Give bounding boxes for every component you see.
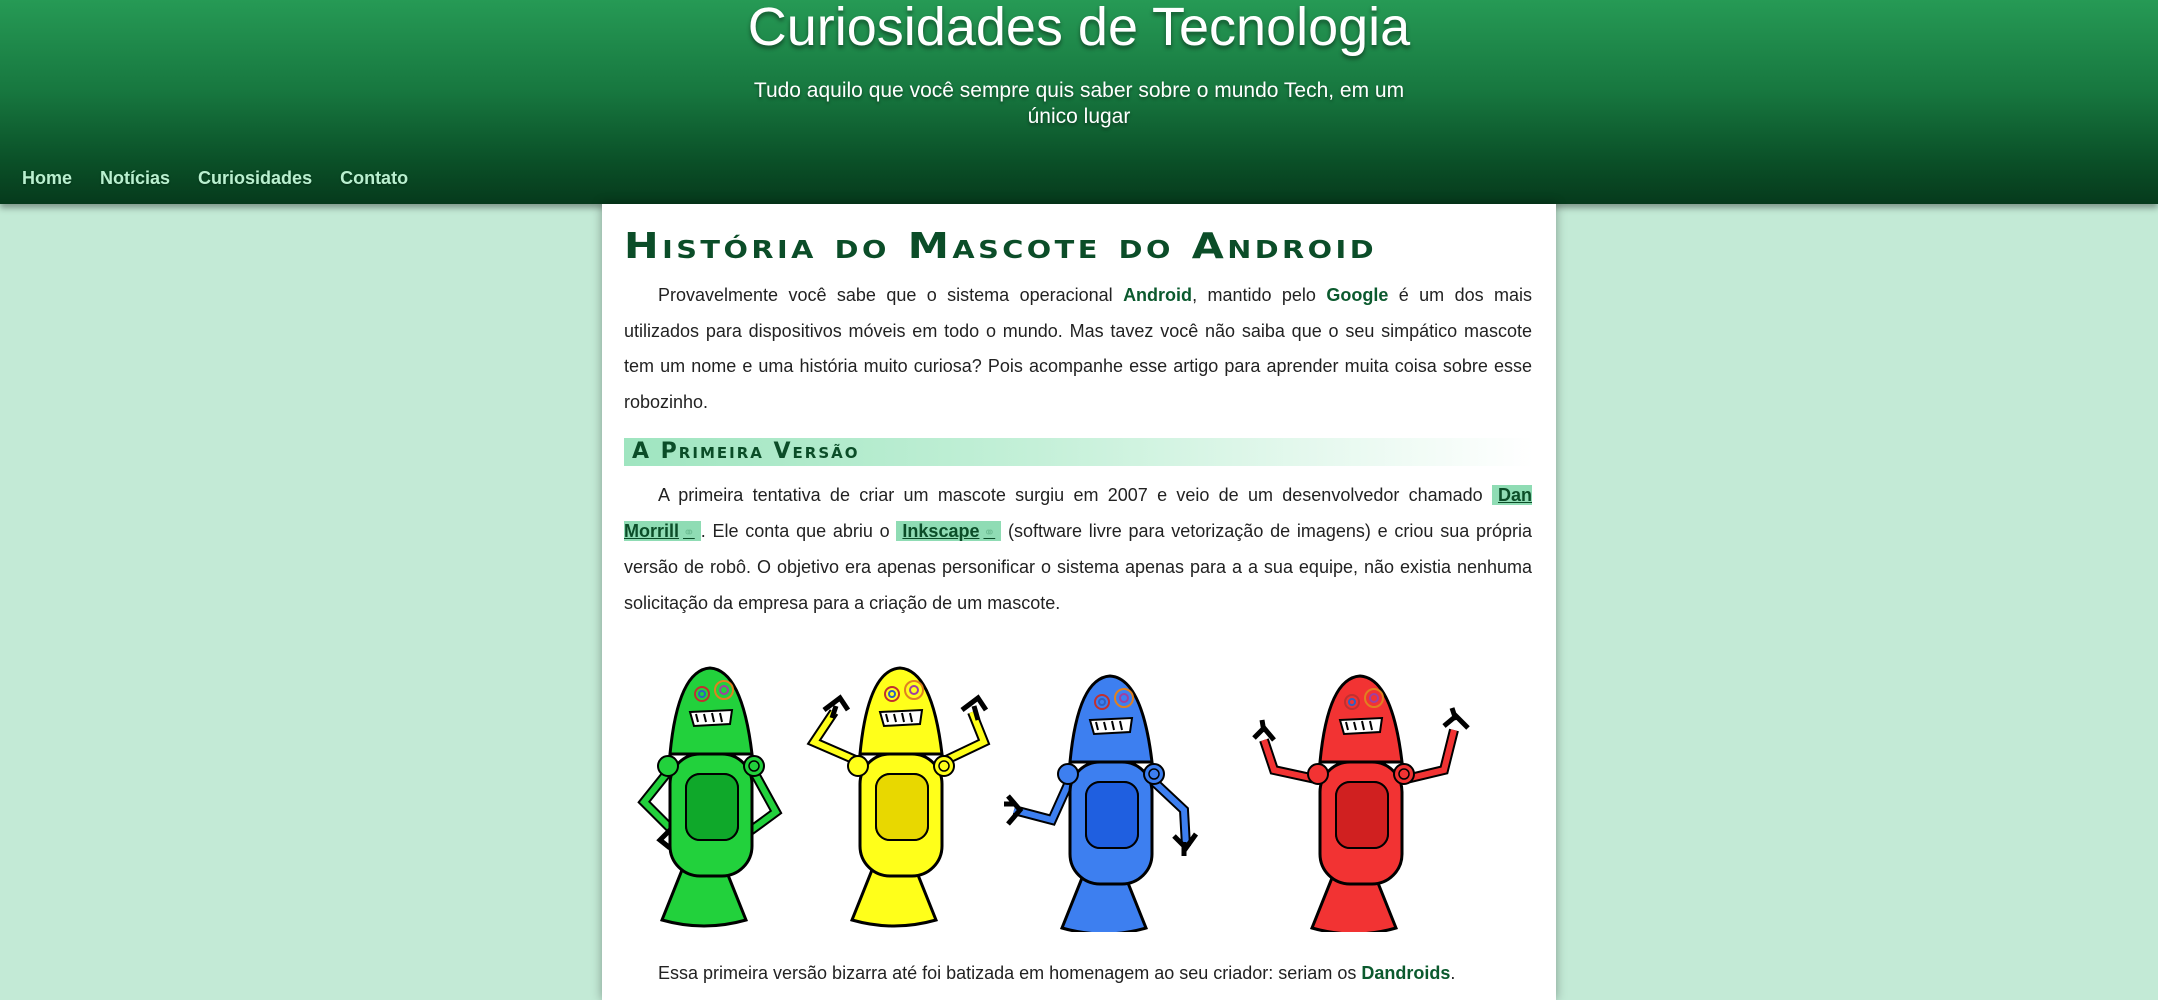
nav-home[interactable]: Home [22,168,72,189]
section-text-2: . Ele conta que abriu o [700,520,897,541]
window-edge [2158,0,2162,1000]
section-paragraph: A primeira tentativa de criar um mascote… [624,478,1532,621]
section-text-1: A primeira tentativa de criar um mascote… [658,485,1492,505]
inkscape-link[interactable]: Inkscape ⚭ [896,520,1002,541]
site-title: Curiosidades de Tecnologia [747,0,1411,57]
site-subtitle: Tudo aquilo que você sempre quis saber s… [753,79,1405,128]
external-link-icon: ⚭ [683,523,695,540]
dandroids-illustration [624,652,1532,936]
nav-noticias[interactable]: Notícias [100,168,170,189]
external-link-icon: ⚭ [983,523,996,540]
closing-text-2: . [1450,963,1456,983]
section-heading: A Primeira Versão [632,439,860,464]
robots-svg [637,666,1470,936]
intro-text-1: Provavelmente você sabe que o sistema op… [658,285,1124,305]
google-highlight: Google [1326,285,1389,305]
site-header: Curiosidades de Tecnologia Tudo aquilo q… [0,0,2158,204]
intro-paragraph: Provavelmente você sabe que o sistema op… [624,278,1532,420]
blue-robot [1004,674,1199,936]
nav-curiosidades[interactable]: Curiosidades [198,168,312,189]
intro-text-2: , mantido pelo [1192,285,1327,305]
section-heading-bar: A Primeira Versão [624,438,1534,466]
nav-contato[interactable]: Contato [340,168,408,189]
closing-text-1: Essa primeira versão bizarra até foi bat… [658,963,1362,983]
closing-paragraph: Essa primeira versão bizarra até foi bat… [624,956,1532,992]
dandroids-highlight: Dandroids [1361,963,1451,983]
green-robot [637,666,783,928]
inkscape-link-label: Inkscape [902,520,980,541]
android-highlight: Android [1123,285,1193,305]
article-title: História do Mascote do Android [624,226,1378,267]
main-nav: Home Notícias Curiosidades Contato [22,168,408,189]
yellow-robot [806,666,991,928]
article: História do Mascote do Android Provavelm… [602,204,1556,1000]
red-robot [1252,674,1470,936]
